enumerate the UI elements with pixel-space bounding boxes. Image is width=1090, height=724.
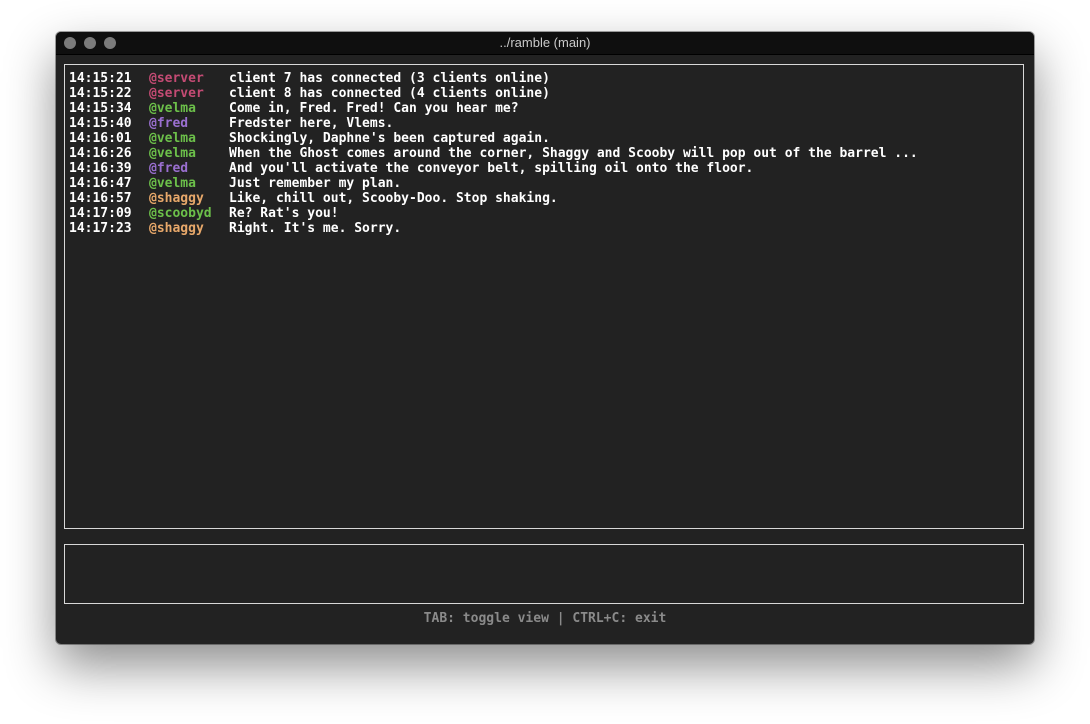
message-text: Like, chill out, Scooby-Doo. Stop shakin…	[229, 191, 558, 206]
message-text: Fredster here, Vlems.	[229, 116, 394, 131]
message-row: 14:15:21 @server client 7 has connected (3…	[69, 71, 1019, 86]
message-timestamp: 14:15:40	[69, 116, 132, 131]
message-text: client 7 has connected (3 clients online…	[229, 71, 550, 86]
keybinding-hints: TAB: toggle view | CTRL+C: exit	[423, 611, 667, 626]
message-text: Right. It's me. Sorry.	[229, 221, 402, 236]
message-timestamp: 14:16:26	[69, 146, 132, 161]
message-row: 14:17:23 @shaggy Right. It's me. Sorry.	[69, 221, 1019, 236]
message-timestamp: 14:17:23	[69, 221, 132, 236]
message-text: Shockingly, Daphne's been captured again…	[229, 131, 550, 146]
message-timestamp: 14:16:57	[69, 191, 132, 206]
message-text: When the Ghost comes around the corner, …	[229, 146, 918, 161]
message-timestamp: 14:16:47	[69, 176, 132, 191]
message-input[interactable]	[65, 545, 1023, 603]
title-bar[interactable]: ../ramble (main)	[56, 32, 1034, 55]
message-nickname: @fred	[149, 116, 189, 131]
message-row: 14:15:34 @velma Come in, Fred. Fred! Can y…	[69, 101, 1019, 116]
message-nickname: @velma	[149, 101, 196, 116]
message-row: 14:17:09 @scoobyd Re? Rat's you!	[69, 206, 1019, 221]
message-row: 14:16:57 @shaggy Like, chill out, Scooby-D…	[69, 191, 1019, 206]
message-timestamp: 14:15:21	[69, 71, 132, 86]
message-row: 14:15:22 @server client 8 has connected (4…	[69, 86, 1019, 101]
message-nickname: @fred	[149, 161, 189, 176]
message-row: 14:16:26 @velma When the Ghost comes aroun…	[69, 146, 1019, 161]
message-nickname: @shaggy	[149, 191, 204, 206]
message-list: 14:15:21 @server client 7 has connected (3…	[69, 71, 1019, 236]
message-timestamp: 14:15:34	[69, 101, 132, 116]
message-row: 14:16:39 @fred And you'll activate the con…	[69, 161, 1019, 176]
message-text: client 8 has connected (4 clients online…	[229, 86, 550, 101]
message-text: And you'll activate the conveyor belt, s…	[229, 161, 754, 176]
message-nickname: @server	[149, 71, 204, 86]
message-nickname: @velma	[149, 146, 196, 161]
window-title: ../ramble (main)	[499, 35, 591, 50]
message-row: 14:15:40 @fred Fredster here, Vlems.	[69, 116, 1019, 131]
message-row: 14:16:01 @velma Shockingly, Daphne's been …	[69, 131, 1019, 146]
message-timestamp: 14:15:22	[69, 86, 132, 101]
message-timestamp: 14:16:39	[69, 161, 132, 176]
message-text: Re? Rat's you!	[229, 206, 339, 221]
message-nickname: @scoobyd	[149, 206, 212, 221]
message-text: Come in, Fred. Fred! Can you hear me?	[229, 101, 519, 116]
terminal-window: ../ramble (main) 14:15:21 @server client 7…	[56, 32, 1034, 644]
chat-log-panel[interactable]: 14:15:21 @server client 7 has connected (3…	[64, 64, 1024, 529]
message-nickname: @shaggy	[149, 221, 204, 236]
message-timestamp: 14:17:09	[69, 206, 132, 221]
message-row: 14:16:47 @velma Just remember my plan.	[69, 176, 1019, 191]
message-input-panel[interactable]	[64, 544, 1024, 604]
message-timestamp: 14:16:01	[69, 131, 132, 146]
message-text: Just remember my plan.	[229, 176, 402, 191]
message-nickname: @server	[149, 86, 204, 101]
message-nickname: @velma	[149, 131, 196, 146]
message-nickname: @velma	[149, 176, 196, 191]
